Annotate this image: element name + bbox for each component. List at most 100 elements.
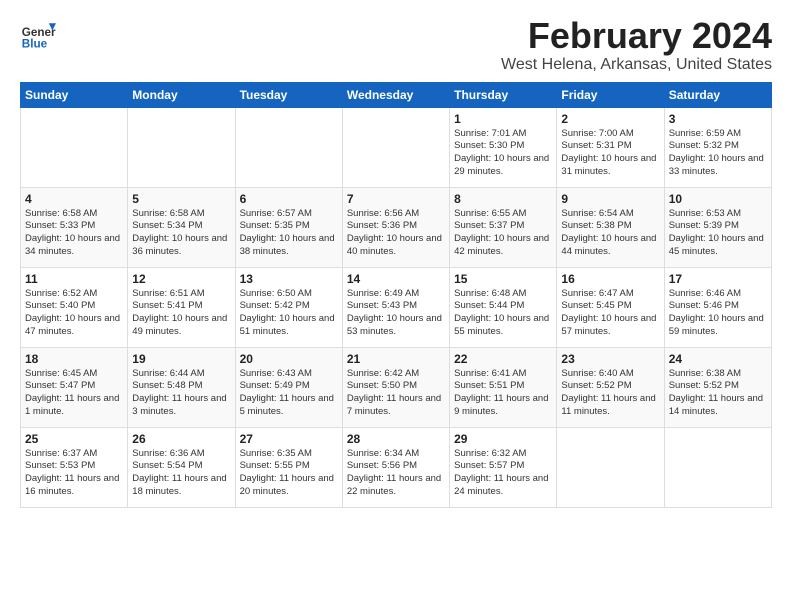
week-row-4: 25 Sunrise: 6:37 AM Sunset: 5:53 PM Dayli…: [21, 427, 772, 507]
col-header-tuesday: Tuesday: [235, 82, 342, 107]
day-number: 13: [240, 272, 338, 286]
day-number: 19: [132, 352, 230, 366]
day-info: Sunrise: 6:35 AM Sunset: 5:55 PM Dayligh…: [240, 448, 338, 499]
day-number: 7: [347, 192, 445, 206]
day-cell: 29 Sunrise: 6:32 AM Sunset: 5:57 PM Dayli…: [450, 427, 557, 507]
calendar-table: SundayMondayTuesdayWednesdayThursdayFrid…: [20, 82, 772, 508]
day-cell: 18 Sunrise: 6:45 AM Sunset: 5:47 PM Dayli…: [21, 347, 128, 427]
day-cell: 12 Sunrise: 6:51 AM Sunset: 5:41 PM Dayli…: [128, 267, 235, 347]
day-cell: [342, 107, 449, 187]
day-cell: 17Sunrise: 6:46 AM Sunset: 5:46 PM Dayli…: [664, 267, 771, 347]
day-info: Sunrise: 6:56 AM Sunset: 5:36 PM Dayligh…: [347, 208, 445, 259]
col-header-wednesday: Wednesday: [342, 82, 449, 107]
calendar-body: 1 Sunrise: 7:01 AM Sunset: 5:30 PM Daylig…: [21, 107, 772, 507]
col-header-saturday: Saturday: [664, 82, 771, 107]
day-info: Sunrise: 6:57 AM Sunset: 5:35 PM Dayligh…: [240, 208, 338, 259]
day-info: Sunrise: 6:37 AM Sunset: 5:53 PM Dayligh…: [25, 448, 123, 499]
day-cell: [664, 427, 771, 507]
week-row-3: 18 Sunrise: 6:45 AM Sunset: 5:47 PM Dayli…: [21, 347, 772, 427]
day-number: 23: [561, 352, 659, 366]
day-cell: 2 Sunrise: 7:00 AM Sunset: 5:31 PM Daylig…: [557, 107, 664, 187]
col-header-monday: Monday: [128, 82, 235, 107]
day-info: Sunrise: 6:34 AM Sunset: 5:56 PM Dayligh…: [347, 448, 445, 499]
day-number: 28: [347, 432, 445, 446]
day-info: Sunrise: 6:51 AM Sunset: 5:41 PM Dayligh…: [132, 288, 230, 339]
day-cell: 1 Sunrise: 7:01 AM Sunset: 5:30 PM Daylig…: [450, 107, 557, 187]
day-cell: 4 Sunrise: 6:58 AM Sunset: 5:33 PM Daylig…: [21, 187, 128, 267]
day-number: 15: [454, 272, 552, 286]
day-number: 16: [561, 272, 659, 286]
day-number: 18: [25, 352, 123, 366]
day-number: 27: [240, 432, 338, 446]
month-title: February 2024: [501, 16, 772, 56]
day-info: Sunrise: 6:44 AM Sunset: 5:48 PM Dayligh…: [132, 368, 230, 419]
day-number: 8: [454, 192, 552, 206]
day-number: 25: [25, 432, 123, 446]
day-info: Sunrise: 6:52 AM Sunset: 5:40 PM Dayligh…: [25, 288, 123, 339]
day-cell: 5Sunrise: 6:58 AM Sunset: 5:34 PM Daylig…: [128, 187, 235, 267]
col-header-sunday: Sunday: [21, 82, 128, 107]
day-number: 1: [454, 112, 552, 126]
day-cell: 16Sunrise: 6:47 AM Sunset: 5:45 PM Dayli…: [557, 267, 664, 347]
calendar-header: SundayMondayTuesdayWednesdayThursdayFrid…: [21, 82, 772, 107]
day-info: Sunrise: 6:43 AM Sunset: 5:49 PM Dayligh…: [240, 368, 338, 419]
day-info: Sunrise: 6:49 AM Sunset: 5:43 PM Dayligh…: [347, 288, 445, 339]
day-info: Sunrise: 7:00 AM Sunset: 5:31 PM Dayligh…: [561, 128, 659, 179]
day-number: 5: [132, 192, 230, 206]
day-cell: 25 Sunrise: 6:37 AM Sunset: 5:53 PM Dayli…: [21, 427, 128, 507]
day-cell: 13 Sunrise: 6:50 AM Sunset: 5:42 PM Dayli…: [235, 267, 342, 347]
day-info: Sunrise: 6:55 AM Sunset: 5:37 PM Dayligh…: [454, 208, 552, 259]
day-number: 4: [25, 192, 123, 206]
day-number: 21: [347, 352, 445, 366]
day-cell: 3Sunrise: 6:59 AM Sunset: 5:32 PM Daylig…: [664, 107, 771, 187]
day-cell: 22 Sunrise: 6:41 AM Sunset: 5:51 PM Dayli…: [450, 347, 557, 427]
logo-icon: General Blue: [20, 16, 56, 52]
day-cell: 7 Sunrise: 6:56 AM Sunset: 5:36 PM Daylig…: [342, 187, 449, 267]
day-info: Sunrise: 6:40 AM Sunset: 5:52 PM Dayligh…: [561, 368, 659, 419]
day-number: 20: [240, 352, 338, 366]
day-cell: 21 Sunrise: 6:42 AM Sunset: 5:50 PM Dayli…: [342, 347, 449, 427]
day-info: Sunrise: 6:46 AM Sunset: 5:46 PM Dayligh…: [669, 288, 767, 339]
day-info: Sunrise: 6:42 AM Sunset: 5:50 PM Dayligh…: [347, 368, 445, 419]
day-cell: 11Sunrise: 6:52 AM Sunset: 5:40 PM Dayli…: [21, 267, 128, 347]
page-header: General Blue February 2024 West Helena, …: [20, 16, 772, 74]
day-info: Sunrise: 6:45 AM Sunset: 5:47 PM Dayligh…: [25, 368, 123, 419]
svg-text:Blue: Blue: [22, 38, 48, 51]
day-number: 26: [132, 432, 230, 446]
day-info: Sunrise: 7:01 AM Sunset: 5:30 PM Dayligh…: [454, 128, 552, 179]
day-info: Sunrise: 6:54 AM Sunset: 5:38 PM Dayligh…: [561, 208, 659, 259]
day-cell: 10 Sunrise: 6:53 AM Sunset: 5:39 PM Dayli…: [664, 187, 771, 267]
day-info: Sunrise: 6:48 AM Sunset: 5:44 PM Dayligh…: [454, 288, 552, 339]
day-cell: 19 Sunrise: 6:44 AM Sunset: 5:48 PM Dayli…: [128, 347, 235, 427]
day-info: Sunrise: 6:32 AM Sunset: 5:57 PM Dayligh…: [454, 448, 552, 499]
week-row-1: 4 Sunrise: 6:58 AM Sunset: 5:33 PM Daylig…: [21, 187, 772, 267]
day-cell: 6Sunrise: 6:57 AM Sunset: 5:35 PM Daylig…: [235, 187, 342, 267]
day-cell: 8 Sunrise: 6:55 AM Sunset: 5:37 PM Daylig…: [450, 187, 557, 267]
day-number: 9: [561, 192, 659, 206]
day-cell: 23 Sunrise: 6:40 AM Sunset: 5:52 PM Dayli…: [557, 347, 664, 427]
title-area: February 2024 West Helena, Arkansas, Uni…: [501, 16, 772, 74]
day-cell: [128, 107, 235, 187]
day-number: 14: [347, 272, 445, 286]
day-info: Sunrise: 6:41 AM Sunset: 5:51 PM Dayligh…: [454, 368, 552, 419]
day-cell: 27 Sunrise: 6:35 AM Sunset: 5:55 PM Dayli…: [235, 427, 342, 507]
day-number: 22: [454, 352, 552, 366]
day-number: 10: [669, 192, 767, 206]
day-info: Sunrise: 6:53 AM Sunset: 5:39 PM Dayligh…: [669, 208, 767, 259]
day-cell: 24Sunrise: 6:38 AM Sunset: 5:52 PM Dayli…: [664, 347, 771, 427]
day-cell: 9 Sunrise: 6:54 AM Sunset: 5:38 PM Daylig…: [557, 187, 664, 267]
day-number: 2: [561, 112, 659, 126]
day-number: 24: [669, 352, 767, 366]
day-number: 29: [454, 432, 552, 446]
day-number: 12: [132, 272, 230, 286]
week-row-2: 11Sunrise: 6:52 AM Sunset: 5:40 PM Dayli…: [21, 267, 772, 347]
day-cell: 26Sunrise: 6:36 AM Sunset: 5:54 PM Dayli…: [128, 427, 235, 507]
day-cell: [557, 427, 664, 507]
col-header-thursday: Thursday: [450, 82, 557, 107]
day-cell: 28 Sunrise: 6:34 AM Sunset: 5:56 PM Dayli…: [342, 427, 449, 507]
logo: General Blue: [20, 16, 60, 52]
location-title: West Helena, Arkansas, United States: [501, 56, 772, 74]
day-info: Sunrise: 6:58 AM Sunset: 5:33 PM Dayligh…: [25, 208, 123, 259]
day-number: 3: [669, 112, 767, 126]
day-info: Sunrise: 6:50 AM Sunset: 5:42 PM Dayligh…: [240, 288, 338, 339]
